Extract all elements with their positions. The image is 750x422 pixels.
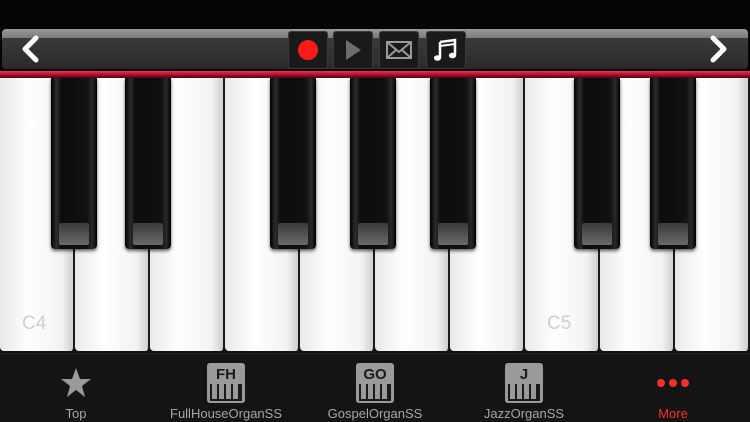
black-key-as4[interactable]: [430, 78, 476, 249]
organ-j-icon: J: [505, 363, 543, 403]
tab-more-label: More: [658, 406, 688, 421]
tab-top-label: Top: [65, 406, 87, 421]
tab-jazz-organ[interactable]: J JazzOrganSS: [474, 354, 574, 422]
tab-fullhouse-organ[interactable]: FH FullHouseOrganSS: [160, 354, 292, 422]
play-button[interactable]: [333, 31, 373, 69]
toolbar-rail: [2, 29, 748, 69]
organ-fh-badge: FH: [216, 366, 236, 383]
tab-jazz-organ-label: JazzOrganSS: [483, 406, 565, 421]
tab-gospel-organ[interactable]: GO GospelOrganSS: [320, 354, 430, 422]
envelope-icon: [386, 41, 412, 59]
black-key-gs4[interactable]: [350, 78, 396, 249]
organ-go-icon: GO: [356, 363, 394, 403]
mail-button[interactable]: [379, 31, 419, 69]
note-label-c5: C5: [547, 313, 572, 334]
back-button[interactable]: [14, 32, 48, 66]
music-button[interactable]: [426, 31, 466, 69]
play-icon: [346, 40, 361, 60]
piano-keyboard: C4 C5: [0, 78, 750, 353]
black-key-cs4[interactable]: [51, 78, 97, 249]
chevron-left-icon: [22, 35, 39, 63]
tab-more[interactable]: More: [628, 354, 718, 422]
tab-gospel-organ-label: GospelOrganSS: [327, 406, 423, 421]
accent-strip: [0, 71, 750, 78]
note-label-c4: C4: [22, 313, 47, 334]
forward-button[interactable]: [701, 32, 735, 66]
black-key-ds5[interactable]: [650, 78, 696, 249]
chevron-right-icon: [710, 35, 727, 63]
organ-go-badge: GO: [363, 366, 387, 383]
organ-fh-icon: FH: [207, 363, 245, 403]
tab-fullhouse-organ-label: FullHouseOrganSS: [170, 406, 282, 421]
black-key-ds4[interactable]: [125, 78, 171, 249]
tab-top[interactable]: Top: [30, 354, 122, 422]
more-dots-icon: [657, 379, 689, 387]
organ-j-badge: J: [520, 366, 528, 383]
bottom-tab-bar: Top FH FullHouseOrganSS GO GospelOrganSS…: [0, 353, 750, 422]
top-toolbar: [0, 0, 750, 79]
record-button[interactable]: [288, 31, 328, 69]
black-key-cs5[interactable]: [574, 78, 620, 249]
black-key-fs4[interactable]: [270, 78, 316, 249]
record-icon: [298, 40, 318, 60]
music-notes-icon: [433, 38, 457, 61]
star-icon: [61, 368, 91, 397]
